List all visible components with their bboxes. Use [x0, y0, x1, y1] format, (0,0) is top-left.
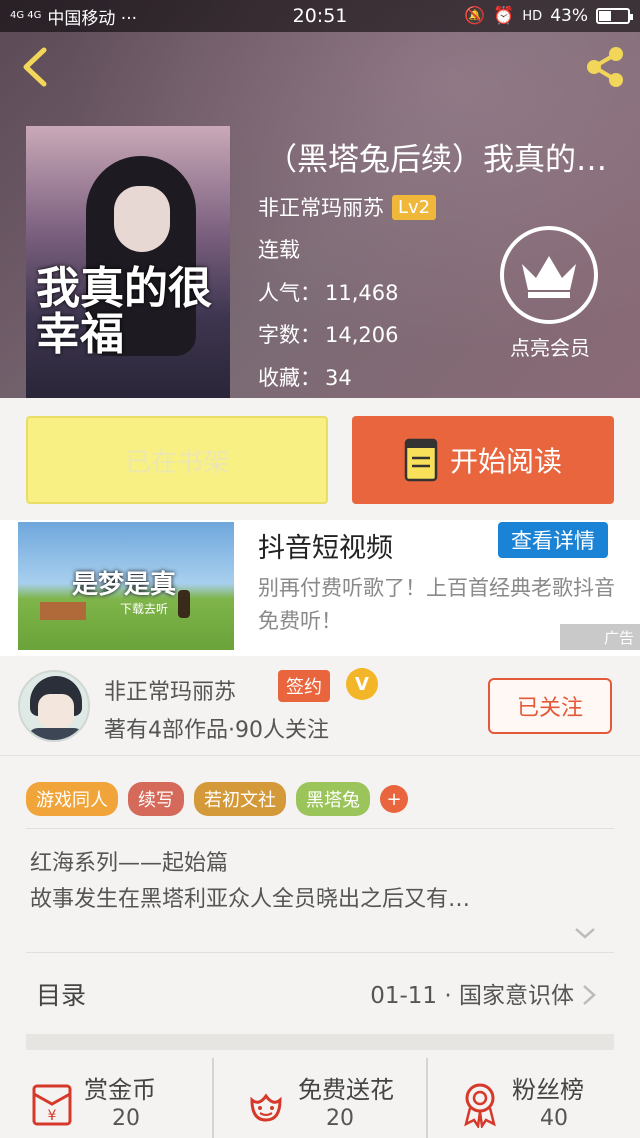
book-author[interactable]: 非正常玛丽苏: [258, 192, 384, 222]
send-flower-value: 20: [326, 1106, 354, 1131]
network-indicator: 4G 4G: [10, 10, 42, 21]
catalog-label: 目录: [36, 981, 87, 1010]
popularity-row: 人气： 11,468: [258, 277, 398, 307]
expand-button[interactable]: [574, 924, 596, 942]
book-icon: [404, 438, 438, 482]
author-stats: 著有4部作品·90人关注: [104, 718, 329, 743]
divider: [26, 952, 614, 953]
ad-thumbnail[interactable]: 是梦是真 下载去听: [18, 522, 234, 650]
battery-percent: 43%: [550, 6, 588, 26]
reward-coins-button[interactable]: ¥ 赏金币 20: [0, 1058, 212, 1138]
section-separator: [26, 1034, 614, 1050]
book-status: 连载: [258, 238, 300, 262]
ad-label: 广告: [560, 624, 640, 650]
crown-icon: [500, 226, 598, 324]
back-button[interactable]: [16, 44, 56, 90]
word-count-label: 字数：: [258, 323, 321, 347]
fan-ranking-value: 40: [540, 1106, 568, 1131]
cover-title: 我真的很幸福: [36, 263, 212, 360]
divider: [26, 828, 614, 829]
clock: 20:51: [292, 5, 348, 27]
tag-list: 游戏同人 续写 若初文社 黑塔兔 +: [26, 782, 408, 816]
flower-icon: [250, 1093, 282, 1122]
tag-item[interactable]: 游戏同人: [26, 782, 118, 816]
author-name: 非正常玛丽苏: [104, 680, 237, 705]
reward-coins-label: 赏金币: [84, 1076, 156, 1104]
chevron-down-icon: [575, 928, 595, 939]
author-card[interactable]: 非正常玛丽苏 签约 V 著有4部作品·90人关注 已关注: [0, 660, 640, 756]
verified-badge: V: [346, 668, 378, 700]
hd-indicator: HD: [522, 8, 543, 24]
action-bar: 已在书架 开始阅读: [0, 398, 640, 520]
support-bar: ¥ 赏金币 20 免费送花 20 粉丝榜 40: [0, 1058, 640, 1138]
word-count-row: 字数： 14,206: [258, 319, 398, 349]
share-button[interactable]: [582, 44, 628, 90]
intro-line-2: 故事发生在黑塔利亚众人全员晓出之后又有…: [30, 887, 471, 912]
favorites-row: 收藏： 34: [258, 362, 352, 392]
mute-icon: 🔕: [464, 6, 486, 26]
latest-chapter: 01-11 · 国家意识体: [370, 983, 574, 1009]
add-tag-button[interactable]: +: [380, 785, 408, 813]
start-reading-label: 开始阅读: [449, 445, 562, 478]
ad-banner[interactable]: 是梦是真 下载去听 抖音短视频 查看详情 别再付费听歌了！上百首经典老歌抖音免费…: [0, 520, 640, 656]
chevron-right-icon: [583, 985, 596, 1005]
tag-item[interactable]: 黑塔兔: [296, 782, 370, 816]
reward-coins-value: 20: [112, 1106, 140, 1131]
vip-label: 点亮会员: [510, 336, 590, 360]
intro-line-1: 红海系列——起始篇: [30, 851, 229, 876]
add-to-shelf-button[interactable]: 已在书架: [26, 416, 328, 504]
catalog-row[interactable]: 目录 01-11 · 国家意识体: [0, 954, 640, 1034]
chevron-left-icon: [23, 47, 47, 87]
favorites-value: 34: [325, 366, 352, 390]
battery-icon: [596, 8, 633, 24]
send-flower-button[interactable]: 免费送花 20: [212, 1058, 426, 1138]
follow-button[interactable]: 已关注: [488, 678, 612, 734]
red-envelope-icon: ¥: [32, 1084, 72, 1126]
fan-ranking-button[interactable]: 粉丝榜 40: [426, 1058, 640, 1138]
word-count-value: 14,206: [325, 323, 399, 347]
book-cover: 我真的很幸福: [26, 126, 230, 398]
ad-title: 抖音短视频: [258, 533, 393, 564]
fan-ranking-label: 粉丝榜: [512, 1076, 584, 1104]
book-title: （黑塔兔后续）我真的…: [266, 142, 607, 178]
book-author-row: 非正常玛丽苏 Lv2: [258, 192, 437, 222]
level-badge: Lv2: [392, 194, 437, 220]
avatar[interactable]: [18, 670, 90, 742]
vip-button[interactable]: 点亮会员: [500, 226, 600, 361]
status-bar: 4G 4G 中国移动 ··· 20:51 🔕 ⏰ HD 43%: [0, 0, 640, 32]
share-icon: [587, 47, 623, 87]
ad-thumbnail-text: 是梦是真: [72, 570, 177, 600]
send-flower-label: 免费送花: [298, 1076, 394, 1104]
tag-item[interactable]: 续写: [128, 782, 184, 816]
svg-text:¥: ¥: [48, 1108, 57, 1124]
alarm-icon: ⏰: [493, 6, 515, 26]
book-intro[interactable]: 红海系列——起始篇 故事发生在黑塔利亚众人全员晓出之后又有…: [30, 846, 610, 918]
popularity-value: 11,468: [325, 281, 399, 305]
signed-badge: 签约: [278, 670, 330, 702]
start-reading-button[interactable]: 开始阅读: [352, 416, 614, 504]
ad-detail-button[interactable]: 查看详情: [498, 522, 608, 558]
popularity-label: 人气：: [258, 281, 321, 305]
medal-icon: [464, 1083, 496, 1128]
tag-item[interactable]: 若初文社: [194, 782, 286, 816]
ad-thumbnail-subtext: 下载去听: [120, 602, 169, 616]
favorites-label: 收藏：: [258, 366, 321, 390]
carrier-label: 中国移动 ···: [47, 8, 138, 29]
